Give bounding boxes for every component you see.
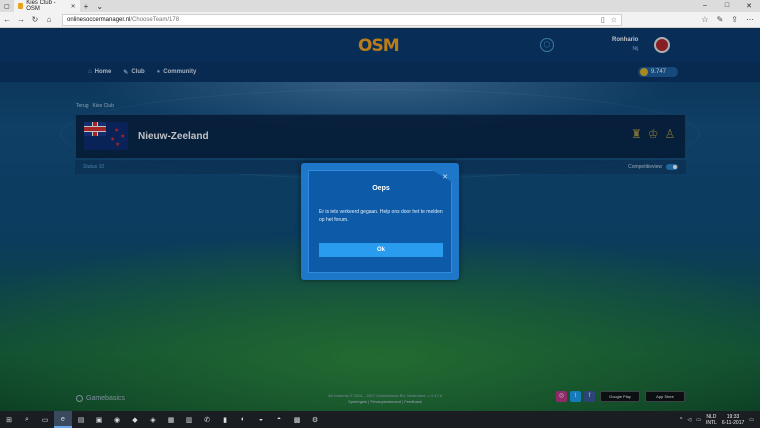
lang-top: NLD — [706, 413, 717, 420]
chart-app-icon[interactable]: ▮ — [216, 416, 234, 424]
whatsapp-icon[interactable]: ✆ — [198, 416, 216, 424]
app-icon[interactable]: ◆ — [126, 416, 144, 424]
osm-favicon-icon — [17, 3, 24, 9]
browser-nav-bar: ← → ↻ ⌂ onlinesoccermanager.nl/ChooseTea… — [0, 12, 760, 28]
ok-button[interactable]: Ok — [319, 243, 443, 257]
url-path: /ChooseTeam/178 — [130, 16, 180, 23]
tab-back-icon[interactable]: ▢ — [0, 0, 14, 12]
dialog-title: Oeps — [372, 185, 390, 192]
windows-start-icon[interactable]: ⊞ — [0, 416, 18, 424]
maximize-button[interactable]: □ — [716, 2, 738, 10]
edge-browser-icon[interactable]: e — [54, 411, 72, 428]
refresh-button[interactable]: ↻ — [28, 15, 42, 24]
app-icon[interactable]: ◓ — [270, 416, 288, 423]
app-icon[interactable]: ◒ — [252, 416, 270, 423]
language-indicator[interactable]: NLD INTL — [706, 414, 717, 426]
address-bar[interactable]: onlinesoccermanager.nl/ChooseTeam/178 ▯ … — [62, 13, 622, 26]
reading-view-icon[interactable]: ▯ — [601, 16, 605, 24]
volume-icon[interactable]: ◁ — [687, 417, 691, 423]
favorite-star-icon[interactable]: ☆ — [611, 16, 617, 24]
favorites-hub-icon[interactable]: ☆ — [701, 15, 708, 24]
tab-title: Kies Club - OSM — [26, 0, 56, 12]
tab-list-chevron-icon[interactable]: ⌄ — [92, 2, 107, 11]
settings-gear-icon[interactable]: ⚙ — [306, 416, 324, 424]
tray-chevron-up-icon[interactable]: ^ — [680, 417, 682, 423]
calendar-icon[interactable]: ▩ — [288, 416, 306, 424]
share-icon[interactable]: ⇪ — [731, 15, 738, 24]
browser-tab-bar: ▢ Kies Club - OSM ✕ + ⌄ – □ ✕ — [0, 0, 760, 12]
new-tab-button[interactable]: + — [80, 2, 93, 11]
lang-bottom: INTL — [705, 419, 717, 426]
search-icon[interactable]: ⌕ — [18, 416, 36, 424]
forward-button[interactable]: → — [14, 15, 28, 24]
app-icon[interactable]: ◐ — [234, 416, 252, 423]
network-icon[interactable]: ▭ — [696, 417, 701, 423]
task-view-icon[interactable]: ▭ — [36, 416, 54, 424]
notes-pen-icon[interactable]: ✎ — [717, 15, 724, 24]
notepad-icon[interactable]: ▥ — [180, 416, 198, 424]
window-controls: – □ ✕ — [694, 2, 760, 10]
clock[interactable]: 19:33 6-11-2017 — [722, 414, 744, 426]
browser-tab[interactable]: Kies Club - OSM ✕ — [13, 0, 80, 12]
app-icon[interactable]: ◈ — [144, 416, 162, 424]
dialog-message: Er is iets verkeerd gegaan. Help ons doo… — [319, 209, 443, 223]
file-explorer-icon[interactable]: ▤ — [72, 416, 90, 424]
calculator-icon[interactable]: ▦ — [162, 416, 180, 424]
clock-date: 6-11-2017 — [721, 419, 745, 426]
back-button[interactable]: ← — [0, 15, 14, 24]
url-domain: onlinesoccermanager.nl — [67, 16, 131, 23]
more-menu-icon[interactable]: ⋯ — [746, 15, 754, 24]
store-icon[interactable]: ▣ — [90, 416, 108, 424]
error-dialog-body: ✕ Oeps Er is iets verkeerd gegaan. Help … — [308, 170, 452, 273]
close-window-button[interactable]: ✕ — [738, 2, 760, 10]
notifications-icon[interactable]: ▭ — [749, 417, 754, 423]
chrome-icon[interactable]: ◉ — [108, 416, 126, 424]
home-button[interactable]: ⌂ — [42, 15, 56, 24]
error-dialog: ✕ Oeps Er is iets verkeerd gegaan. Help … — [301, 163, 459, 280]
close-icon[interactable]: ✕ — [442, 173, 448, 181]
minimize-button[interactable]: – — [694, 2, 716, 10]
windows-taskbar: ⊞ ⌕ ▭ e ▤ ▣ ◉ ◆ ◈ ▦ ▥ ✆ ▮ ◐ ◒ ◓ ▩ ⚙ ^ ◁ … — [0, 411, 760, 428]
tab-close-icon[interactable]: ✕ — [71, 3, 76, 10]
system-tray: ^ ◁ ▭ NLD INTL 19:33 6-11-2017 ▭ — [680, 414, 760, 426]
